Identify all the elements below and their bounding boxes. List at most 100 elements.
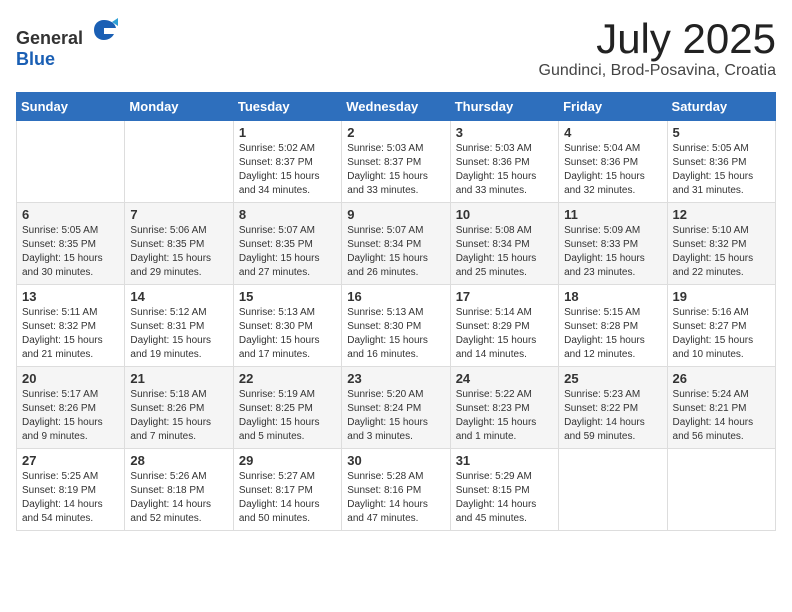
day-info: Sunrise: 5:05 AMSunset: 8:36 PMDaylight:… xyxy=(673,142,770,198)
calendar-cell: 29 Sunrise: 5:27 AMSunset: 8:17 PMDayligh… xyxy=(233,449,341,531)
page-header: General Blue July 2025 Gundinci, Brod-Po… xyxy=(16,16,776,80)
location-title: Gundinci, Brod-Posavina, Croatia xyxy=(539,62,776,80)
day-number: 27 xyxy=(22,453,119,468)
calendar-cell xyxy=(125,121,233,203)
calendar-cell xyxy=(559,449,667,531)
day-info: Sunrise: 5:26 AMSunset: 8:18 PMDaylight:… xyxy=(130,470,227,526)
calendar-cell: 19 Sunrise: 5:16 AMSunset: 8:27 PMDayligh… xyxy=(667,285,775,367)
day-info: Sunrise: 5:11 AMSunset: 8:32 PMDaylight:… xyxy=(22,306,119,362)
day-info: Sunrise: 5:23 AMSunset: 8:22 PMDaylight:… xyxy=(564,388,661,444)
day-info: Sunrise: 5:06 AMSunset: 8:35 PMDaylight:… xyxy=(130,224,227,280)
day-number: 12 xyxy=(673,207,770,222)
calendar-week-row: 27 Sunrise: 5:25 AMSunset: 8:19 PMDayligh… xyxy=(17,449,776,531)
day-info: Sunrise: 5:07 AMSunset: 8:34 PMDaylight:… xyxy=(347,224,444,280)
day-info: Sunrise: 5:03 AMSunset: 8:36 PMDaylight:… xyxy=(456,142,553,198)
calendar-cell: 26Sunrise: 5:24 AMSunset: 8:21 PMDayligh… xyxy=(667,367,775,449)
calendar-cell: 24 Sunrise: 5:22 AMSunset: 8:23 PMDayligh… xyxy=(450,367,558,449)
calendar-cell: 28 Sunrise: 5:26 AMSunset: 8:18 PMDayligh… xyxy=(125,449,233,531)
calendar-week-row: 20 Sunrise: 5:17 AMSunset: 8:26 PMDayligh… xyxy=(17,367,776,449)
calendar-header-friday: Friday xyxy=(559,93,667,121)
calendar-cell: 3 Sunrise: 5:03 AMSunset: 8:36 PMDaylight… xyxy=(450,121,558,203)
calendar-cell xyxy=(17,121,125,203)
day-number: 11 xyxy=(564,207,661,222)
calendar-cell: 9 Sunrise: 5:07 AMSunset: 8:34 PMDaylight… xyxy=(342,203,450,285)
calendar-cell: 31Sunrise: 5:29 AMSunset: 8:15 PMDayligh… xyxy=(450,449,558,531)
day-info: Sunrise: 5:18 AMSunset: 8:26 PMDaylight:… xyxy=(130,388,227,444)
calendar-header-monday: Monday xyxy=(125,93,233,121)
calendar-cell: 23Sunrise: 5:20 AMSunset: 8:24 PMDayligh… xyxy=(342,367,450,449)
day-number: 4 xyxy=(564,125,661,140)
calendar-week-row: 1 Sunrise: 5:02 AMSunset: 8:37 PMDaylight… xyxy=(17,121,776,203)
calendar-cell: 12 Sunrise: 5:10 AMSunset: 8:32 PMDayligh… xyxy=(667,203,775,285)
day-number: 20 xyxy=(22,371,119,386)
day-number: 15 xyxy=(239,289,336,304)
month-title: July 2025 xyxy=(539,16,776,62)
day-number: 18 xyxy=(564,289,661,304)
calendar-cell: 6 Sunrise: 5:05 AMSunset: 8:35 PMDaylight… xyxy=(17,203,125,285)
day-number: 8 xyxy=(239,207,336,222)
day-number: 24 xyxy=(456,371,553,386)
day-number: 7 xyxy=(130,207,227,222)
day-info: Sunrise: 5:16 AMSunset: 8:27 PMDaylight:… xyxy=(673,306,770,362)
calendar-header-saturday: Saturday xyxy=(667,93,775,121)
day-number: 30 xyxy=(347,453,444,468)
logo-general: General xyxy=(16,28,83,48)
calendar-cell: 18Sunrise: 5:15 AMSunset: 8:28 PMDayligh… xyxy=(559,285,667,367)
calendar-header-sunday: Sunday xyxy=(17,93,125,121)
day-number: 2 xyxy=(347,125,444,140)
day-number: 16 xyxy=(347,289,444,304)
calendar-header-thursday: Thursday xyxy=(450,93,558,121)
day-info: Sunrise: 5:02 AMSunset: 8:37 PMDaylight:… xyxy=(239,142,336,198)
calendar-header-wednesday: Wednesday xyxy=(342,93,450,121)
day-info: Sunrise: 5:13 AMSunset: 8:30 PMDaylight:… xyxy=(239,306,336,362)
day-info: Sunrise: 5:12 AMSunset: 8:31 PMDaylight:… xyxy=(130,306,227,362)
day-number: 5 xyxy=(673,125,770,140)
day-info: Sunrise: 5:22 AMSunset: 8:23 PMDaylight:… xyxy=(456,388,553,444)
day-number: 10 xyxy=(456,207,553,222)
calendar-cell: 14Sunrise: 5:12 AMSunset: 8:31 PMDayligh… xyxy=(125,285,233,367)
day-info: Sunrise: 5:04 AMSunset: 8:36 PMDaylight:… xyxy=(564,142,661,198)
day-number: 19 xyxy=(673,289,770,304)
title-block: July 2025 Gundinci, Brod-Posavina, Croat… xyxy=(539,16,776,80)
day-number: 9 xyxy=(347,207,444,222)
day-number: 1 xyxy=(239,125,336,140)
day-number: 21 xyxy=(130,371,227,386)
calendar-header-row: SundayMondayTuesdayWednesdayThursdayFrid… xyxy=(17,93,776,121)
day-info: Sunrise: 5:05 AMSunset: 8:35 PMDaylight:… xyxy=(22,224,119,280)
day-number: 29 xyxy=(239,453,336,468)
day-number: 28 xyxy=(130,453,227,468)
logo-blue: Blue xyxy=(16,49,55,69)
calendar-week-row: 6 Sunrise: 5:05 AMSunset: 8:35 PMDaylight… xyxy=(17,203,776,285)
calendar-cell: 15 Sunrise: 5:13 AMSunset: 8:30 PMDayligh… xyxy=(233,285,341,367)
day-info: Sunrise: 5:17 AMSunset: 8:26 PMDaylight:… xyxy=(22,388,119,444)
calendar-table: SundayMondayTuesdayWednesdayThursdayFrid… xyxy=(16,92,776,531)
day-number: 6 xyxy=(22,207,119,222)
day-number: 26 xyxy=(673,371,770,386)
calendar-cell: 4 Sunrise: 5:04 AMSunset: 8:36 PMDaylight… xyxy=(559,121,667,203)
day-info: Sunrise: 5:03 AMSunset: 8:37 PMDaylight:… xyxy=(347,142,444,198)
calendar-cell xyxy=(667,449,775,531)
calendar-cell: 17 Sunrise: 5:14 AMSunset: 8:29 PMDayligh… xyxy=(450,285,558,367)
calendar-cell: 11Sunrise: 5:09 AMSunset: 8:33 PMDayligh… xyxy=(559,203,667,285)
logo-icon xyxy=(90,16,118,44)
day-info: Sunrise: 5:08 AMSunset: 8:34 PMDaylight:… xyxy=(456,224,553,280)
calendar-header-tuesday: Tuesday xyxy=(233,93,341,121)
calendar-cell: 21 Sunrise: 5:18 AMSunset: 8:26 PMDayligh… xyxy=(125,367,233,449)
day-info: Sunrise: 5:25 AMSunset: 8:19 PMDaylight:… xyxy=(22,470,119,526)
day-info: Sunrise: 5:28 AMSunset: 8:16 PMDaylight:… xyxy=(347,470,444,526)
day-number: 22 xyxy=(239,371,336,386)
day-info: Sunrise: 5:27 AMSunset: 8:17 PMDaylight:… xyxy=(239,470,336,526)
day-info: Sunrise: 5:19 AMSunset: 8:25 PMDaylight:… xyxy=(239,388,336,444)
day-number: 17 xyxy=(456,289,553,304)
calendar-cell: 20 Sunrise: 5:17 AMSunset: 8:26 PMDayligh… xyxy=(17,367,125,449)
day-info: Sunrise: 5:14 AMSunset: 8:29 PMDaylight:… xyxy=(456,306,553,362)
day-info: Sunrise: 5:29 AMSunset: 8:15 PMDaylight:… xyxy=(456,470,553,526)
calendar-cell: 13Sunrise: 5:11 AMSunset: 8:32 PMDayligh… xyxy=(17,285,125,367)
calendar-cell: 30 Sunrise: 5:28 AMSunset: 8:16 PMDayligh… xyxy=(342,449,450,531)
day-info: Sunrise: 5:07 AMSunset: 8:35 PMDaylight:… xyxy=(239,224,336,280)
day-number: 25 xyxy=(564,371,661,386)
day-info: Sunrise: 5:10 AMSunset: 8:32 PMDaylight:… xyxy=(673,224,770,280)
calendar-cell: 2 Sunrise: 5:03 AMSunset: 8:37 PMDaylight… xyxy=(342,121,450,203)
day-number: 3 xyxy=(456,125,553,140)
calendar-cell: 5 Sunrise: 5:05 AMSunset: 8:36 PMDaylight… xyxy=(667,121,775,203)
